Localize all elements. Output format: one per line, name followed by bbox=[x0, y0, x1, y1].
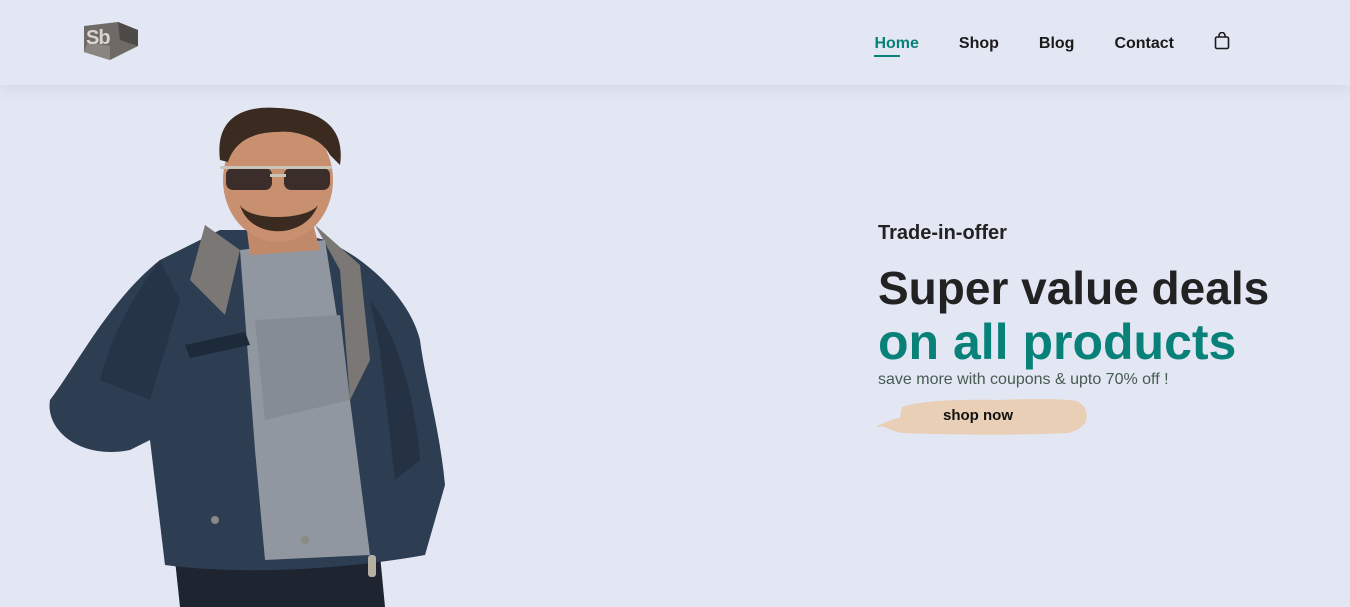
cart-link[interactable] bbox=[1214, 32, 1230, 55]
nav-item-shop: Shop bbox=[939, 35, 1019, 53]
nav-link-blog[interactable]: Blog bbox=[1039, 35, 1075, 53]
nav-link-contact[interactable]: Contact bbox=[1114, 35, 1174, 53]
nav-item-blog: Blog bbox=[1019, 35, 1095, 53]
hero-highlight: on all products bbox=[878, 314, 1237, 371]
nav-link-home[interactable]: Home bbox=[874, 35, 919, 57]
hero-image bbox=[40, 100, 460, 607]
hero-subtext: save more with coupons & upto 70% off ! bbox=[878, 371, 1169, 389]
hero-section: Trade-in-offer Super value deals on all … bbox=[878, 222, 1338, 441]
hero-headline: Super value deals bbox=[878, 262, 1270, 314]
hero-kicker: Trade-in-offer bbox=[878, 222, 1007, 244]
shopping-bag-icon bbox=[1214, 32, 1230, 50]
nav-item-contact: Contact bbox=[1094, 35, 1194, 53]
nav-item-home: Home bbox=[854, 35, 938, 57]
shop-now-label: shop now bbox=[943, 407, 1013, 425]
nav-item-cart bbox=[1194, 32, 1250, 55]
man-in-jacket-photo bbox=[49, 107, 445, 607]
shop-now-button[interactable]: shop now bbox=[878, 393, 1090, 441]
site-header: Sb Home Shop Blog Contact bbox=[0, 0, 1350, 85]
nav-link-shop[interactable]: Shop bbox=[959, 35, 999, 53]
logo[interactable]: Sb bbox=[80, 20, 140, 62]
logo-text: Sb bbox=[86, 27, 111, 49]
main-nav: Home Shop Blog Contact bbox=[854, 32, 1250, 57]
